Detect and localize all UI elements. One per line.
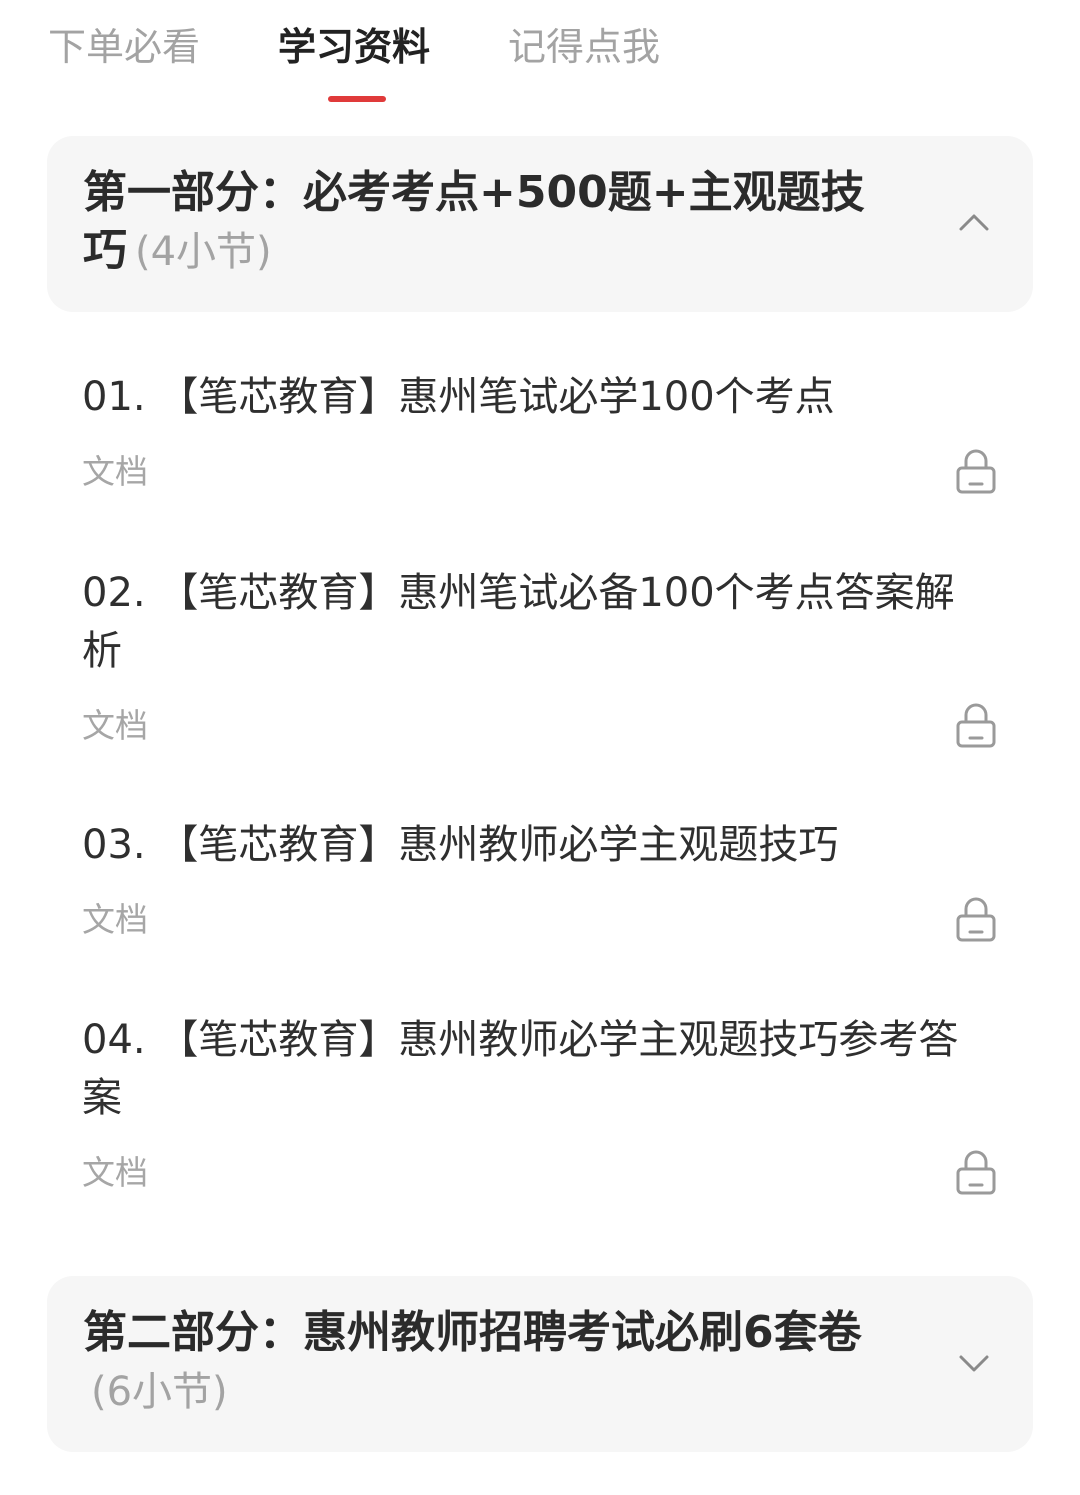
lock-icon bbox=[956, 703, 996, 748]
section-title-text: 第二部分：惠州教师招聘考试必刷6套卷 bbox=[83, 1307, 862, 1358]
section-header-part-1[interactable]: 第一部分：必考考点+500题+主观题技巧 (4小节) bbox=[47, 136, 1033, 312]
lock-icon bbox=[956, 449, 996, 494]
section-count: (6小节) bbox=[91, 1369, 228, 1415]
item-title: 03. 【笔芯教育】惠州教师必学主观题技巧 bbox=[82, 822, 839, 868]
item-type: 文档 bbox=[82, 900, 148, 939]
chevron-up-icon[interactable] bbox=[957, 206, 991, 240]
section-count: (4小节) bbox=[135, 229, 272, 275]
item-title: 04. 【笔芯教育】惠州教师必学主观题技巧参考答案 bbox=[82, 1017, 959, 1121]
item-type: 文档 bbox=[82, 452, 148, 491]
active-tab-indicator bbox=[328, 96, 386, 102]
list-item[interactable]: 04. 【笔芯教育】惠州教师必学主观题技巧参考答案 文档 bbox=[82, 1011, 1002, 1201]
lock-icon bbox=[956, 897, 996, 942]
item-type: 文档 bbox=[82, 1153, 148, 1192]
list-item[interactable]: 03. 【笔芯教育】惠州教师必学主观题技巧 文档 bbox=[82, 816, 1002, 946]
item-type: 文档 bbox=[82, 706, 148, 745]
item-title: 02. 【笔芯教育】惠州笔试必备100个考点答案解析 bbox=[82, 570, 955, 674]
tab-bar: 下单必看 学习资料 记得点我 bbox=[0, 0, 1080, 110]
chevron-down-icon[interactable] bbox=[957, 1346, 991, 1380]
lock-icon bbox=[956, 1150, 996, 1195]
section-title: 第一部分：必考考点+500题+主观题技巧 (4小节) bbox=[83, 164, 903, 281]
tab-order-notes[interactable]: 下单必看 bbox=[48, 20, 200, 74]
section-title: 第二部分：惠州教师招聘考试必刷6套卷 (6小节) bbox=[83, 1304, 903, 1421]
item-title: 01. 【笔芯教育】惠州笔试必学100个考点 bbox=[82, 374, 835, 420]
list-item[interactable]: 02. 【笔芯教育】惠州笔试必备100个考点答案解析 文档 bbox=[82, 564, 1002, 754]
section-header-part-2[interactable]: 第二部分：惠州教师招聘考试必刷6套卷 (6小节) bbox=[47, 1276, 1033, 1452]
tab-study-materials[interactable]: 学习资料 bbox=[278, 20, 430, 74]
tab-remember-click-me[interactable]: 记得点我 bbox=[508, 20, 660, 74]
list-item[interactable]: 01. 【笔芯教育】惠州笔试必学100个考点 文档 bbox=[82, 368, 1002, 498]
